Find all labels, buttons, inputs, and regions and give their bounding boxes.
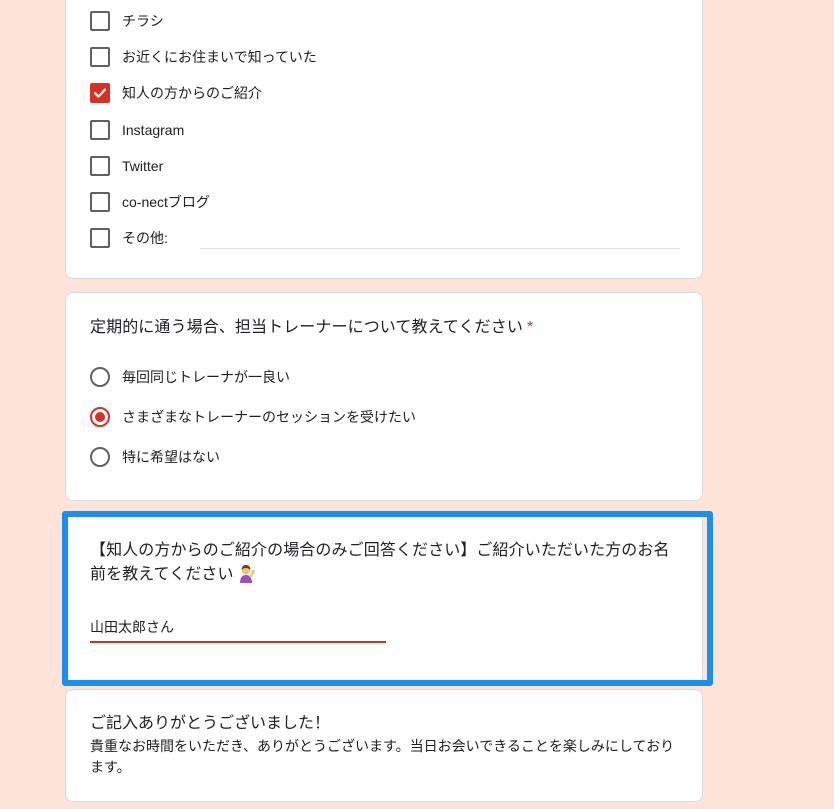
radio-label: 特に希望はない xyxy=(122,449,220,465)
selected-radio-icon[interactable] xyxy=(90,407,110,427)
checkbox-label: Twitter xyxy=(122,158,164,174)
referral-question-card: 【知人の方からのご紹介の場合のみご回答ください】ご紹介いただいた方のお名 前を教… xyxy=(65,514,703,683)
checkbox-icon[interactable] xyxy=(90,120,110,140)
checked-checkbox-icon[interactable] xyxy=(90,83,110,103)
question-title-line-2: 前を教えてください xyxy=(90,563,680,587)
input-focus-underline xyxy=(90,641,386,643)
checkbox-icon[interactable] xyxy=(90,47,110,67)
question-title-text: 前を教えてください xyxy=(90,566,234,583)
checkbox-label: チラシ xyxy=(122,13,164,29)
question-title: 定期的に通う場合、担当トレーナーについて教えてください * xyxy=(90,316,533,340)
required-asterisk: * xyxy=(526,319,534,336)
checkbox-option-instagram[interactable]: Instagram xyxy=(90,118,184,142)
checkbox-label: お近くにお住まいで知っていた xyxy=(122,49,317,65)
question-title: 【知人の方からのご紹介の場合のみご回答ください】ご紹介いただいた方のお名 前を教… xyxy=(90,539,680,587)
radio-label: さまざまなトレーナーのセッションを受けたい xyxy=(122,409,416,425)
person-raising-hand-emoji-icon xyxy=(239,565,255,583)
sources-question-card: チラシ お近くにお住まいで知っていた 知人の方からのご紹介 Instagram … xyxy=(65,0,703,279)
checkbox-label: co-nectブログ xyxy=(122,194,210,210)
checkbox-option-blog[interactable]: co-nectブログ xyxy=(90,190,210,214)
checkbox-option-referral[interactable]: 知人の方からのご紹介 xyxy=(90,81,262,105)
checkbox-option-flyer[interactable]: チラシ xyxy=(90,9,164,33)
radio-option-various-trainers[interactable]: さまざまなトレーナーのセッションを受けたい xyxy=(90,405,416,429)
checkbox-icon[interactable] xyxy=(90,192,110,212)
checkbox-icon[interactable] xyxy=(90,11,110,31)
other-text-input[interactable] xyxy=(200,248,680,249)
checkbox-label: その他: xyxy=(122,230,168,246)
thank-you-card: ご記入ありがとうございました！ 貴重なお時間をいただき、ありがとうございます。当… xyxy=(65,689,703,802)
checkbox-label: Instagram xyxy=(122,122,185,138)
checkmark-icon xyxy=(93,88,107,98)
checkbox-option-other[interactable]: その他: xyxy=(90,226,168,250)
radio-label: 毎回同じトレーナが一良い xyxy=(122,369,290,385)
checkbox-option-twitter[interactable]: Twitter xyxy=(90,154,163,178)
question-title-line: 【知人の方からのご紹介の場合のみご回答ください】ご紹介いただいた方のお名 xyxy=(90,542,670,559)
checkbox-option-nearby[interactable]: お近くにお住まいで知っていた xyxy=(90,45,317,69)
thank-you-body: 貴重なお時間をいただき、ありがとうございます。当日お会いできることを楽しみにして… xyxy=(90,738,675,775)
checkbox-label: 知人の方からのご紹介 xyxy=(122,85,262,101)
radio-icon[interactable] xyxy=(90,367,110,387)
checkbox-icon[interactable] xyxy=(90,228,110,248)
trainer-question-card: 定期的に通う場合、担当トレーナーについて教えてください * 毎回同じトレーナが一良… xyxy=(65,292,703,501)
thank-you-title: ご記入ありがとうございました！ xyxy=(90,715,331,732)
radio-option-no-preference[interactable]: 特に希望はない xyxy=(90,445,220,469)
checkbox-icon[interactable] xyxy=(90,156,110,176)
radio-icon[interactable] xyxy=(90,447,110,467)
question-title-text: 定期的に通う場合、担当トレーナーについて教えてください xyxy=(90,319,523,336)
radio-option-same-trainer[interactable]: 毎回同じトレーナが一良い xyxy=(90,365,290,389)
referral-name-input[interactable]: 山田太郎さん xyxy=(90,617,174,637)
